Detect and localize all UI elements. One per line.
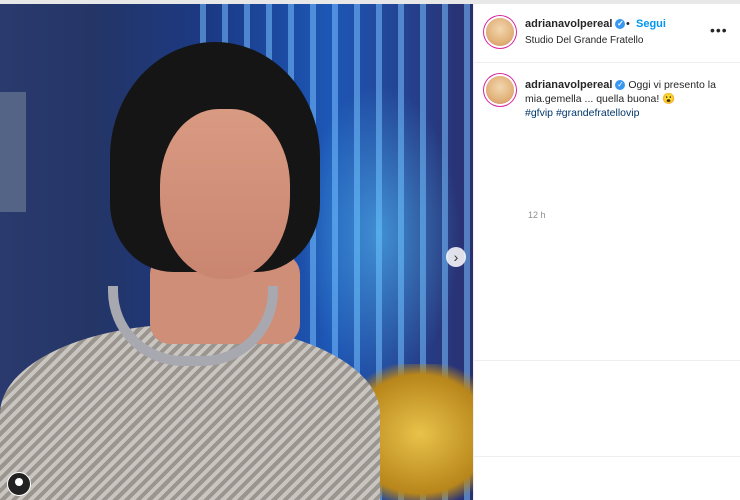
username-text[interactable]: adrianavolpereal — [525, 18, 612, 30]
next-arrow-icon[interactable]: › — [446, 247, 466, 267]
verified-badge-icon: ✓ — [615, 80, 626, 91]
verified-badge-icon: ✓ — [615, 19, 626, 30]
face — [160, 109, 290, 279]
header-username[interactable]: adrianavolpereal ✓ — [525, 18, 626, 30]
divider — [474, 456, 740, 457]
hashtag-gfvip[interactable]: #gfvip — [525, 107, 553, 119]
more-options-icon[interactable]: ••• — [710, 22, 728, 38]
post-header: adrianavolpereal ✓ • Segui Studio Del Gra… — [474, 4, 740, 63]
hashtag-grandefratellovip[interactable]: #grandefratellovip — [556, 107, 639, 119]
follow-button[interactable]: Segui — [636, 18, 666, 30]
caption-text: adrianavolpereal ✓ Oggi vi presento la mi… — [525, 78, 725, 120]
post-sidebar: adrianavolpereal ✓ • Segui Studio Del Gra… — [473, 4, 740, 500]
caption-avatar[interactable] — [486, 76, 514, 104]
timestamp[interactable]: 12 h — [528, 210, 546, 220]
separator-dot: • — [626, 18, 630, 30]
caption-username[interactable]: adrianavolpereal — [525, 79, 612, 91]
user-tag-icon[interactable] — [7, 472, 31, 496]
divider — [474, 360, 740, 361]
background-glow — [300, 84, 460, 384]
location-link[interactable]: Studio Del Grande Fratello — [525, 35, 643, 46]
avatar[interactable] — [486, 18, 514, 46]
post-photo[interactable]: › — [0, 4, 473, 500]
background-panel — [0, 92, 26, 212]
